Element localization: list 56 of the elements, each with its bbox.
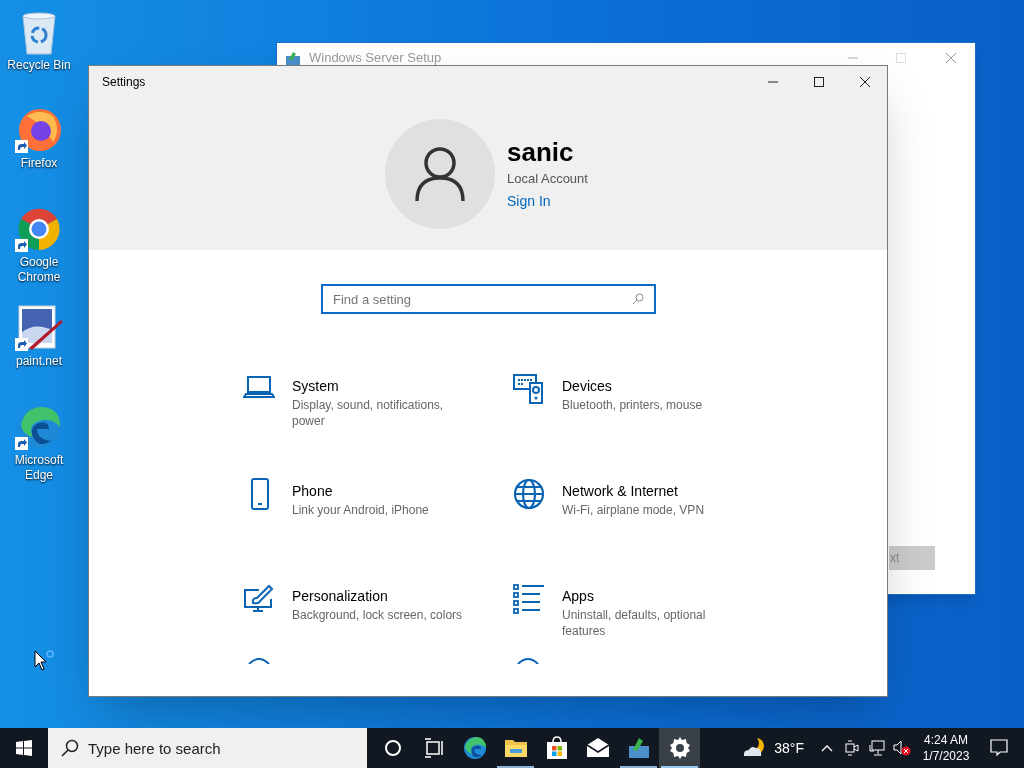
- network-monitor-icon[interactable]: [869, 740, 885, 756]
- category-description: Uninstall, defaults, optional features: [562, 607, 707, 639]
- category-title[interactable]: Network & Internet: [562, 482, 747, 500]
- person-icon: [414, 146, 466, 202]
- taskbar-button[interactable]: [659, 728, 700, 768]
- category-title[interactable]: Personalization: [292, 587, 477, 605]
- devices-icon: [513, 373, 545, 405]
- category-description: Display, sound, notifications, power: [292, 397, 445, 429]
- camera-icon[interactable]: [845, 740, 859, 756]
- category-title[interactable]: Phone: [292, 482, 477, 500]
- category-description: Background, lock screen, colors: [292, 607, 464, 623]
- search-field[interactable]: Find a setting: [321, 284, 656, 314]
- window-title: Windows Server Setup: [309, 49, 442, 68]
- desktop-icon-label: Recycle Bin: [6, 58, 72, 73]
- search-icon: [61, 739, 79, 757]
- monitor-brush-icon: [243, 583, 275, 615]
- category-title[interactable]: Devices: [562, 377, 747, 395]
- desktop-icon-label: Firefox: [19, 156, 59, 171]
- running-indicator: [497, 766, 534, 768]
- user-name: sanic: [507, 135, 575, 168]
- category-title[interactable]: Apps: [562, 587, 747, 605]
- category-title[interactable]: System: [292, 377, 477, 395]
- notification-icon[interactable]: [990, 739, 1008, 757]
- desktop-icon-label: paint.net: [14, 354, 63, 369]
- paint-icon[interactable]: [15, 304, 63, 352]
- list-icon: [513, 583, 545, 615]
- edge-icon[interactable]: [15, 403, 63, 451]
- temperature: 38°F: [774, 738, 804, 758]
- close-icon[interactable]: [859, 76, 871, 88]
- running-indicator: [661, 766, 698, 768]
- speaker-muted-icon[interactable]: [893, 740, 911, 756]
- edge-icon: [462, 736, 487, 760]
- store-bag-icon: [544, 736, 569, 760]
- account-type: Local Account: [507, 169, 588, 188]
- start-icon[interactable]: [16, 740, 32, 756]
- clock-time[interactable]: 4:24 AM: [924, 732, 968, 748]
- category-description: Bluetooth, printers, mouse: [562, 397, 704, 413]
- mouse-pointer-icon: [34, 650, 54, 672]
- taskbar-search-field[interactable]: Type here to search: [48, 728, 367, 768]
- settings-icon: [667, 736, 692, 760]
- desktop-icon-label: Google Chrome: [16, 255, 62, 285]
- chevron-up-icon[interactable]: [821, 744, 833, 752]
- envelope-icon: [585, 736, 610, 760]
- window-title: Settings: [102, 74, 146, 91]
- clock-date[interactable]: 1/7/2023: [922, 748, 970, 764]
- setup-icon: [626, 736, 651, 760]
- setup-icon: [285, 50, 301, 66]
- maximize-icon[interactable]: [813, 76, 825, 88]
- running-indicator: [620, 766, 657, 768]
- search-icon: [632, 293, 644, 305]
- category-description: Link your Android, iPhone: [292, 502, 430, 518]
- firefox-icon[interactable]: [15, 106, 63, 154]
- globe-icon: [513, 478, 545, 510]
- category-description: Wi-Fi, airplane mode, VPN: [562, 502, 706, 518]
- sign-in-link[interactable]: Sign In: [507, 191, 588, 213]
- desktop-icon-label: Microsoft Edge: [13, 453, 65, 483]
